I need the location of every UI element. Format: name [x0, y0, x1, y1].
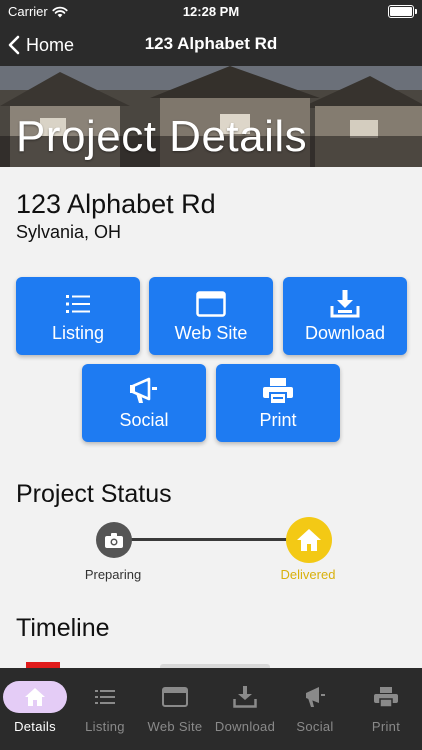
- tab-website-label: Web Site: [147, 719, 203, 734]
- navigation-bar: Home 123 Alphabet Rd: [0, 24, 422, 66]
- status-time: 12:28 PM: [182, 4, 240, 19]
- status-bar: Carrier 12:28 PM: [0, 0, 422, 24]
- printer-icon: [374, 687, 398, 708]
- list-icon: [95, 690, 115, 704]
- hero-banner: Project Details: [0, 66, 422, 167]
- tab-details-indicator: [3, 681, 67, 713]
- project-city: Sylvania, OH: [16, 222, 122, 242]
- battery-icon: [388, 5, 417, 18]
- back-button[interactable]: Home: [8, 24, 74, 66]
- back-label: Home: [26, 34, 75, 55]
- delivered-step-label: Delivered: [280, 567, 336, 582]
- print-button[interactable]: Print: [216, 364, 340, 442]
- status-progress-line: [113, 538, 309, 541]
- printer-icon: [262, 376, 294, 406]
- tab-download[interactable]: Download: [210, 668, 280, 750]
- social-button-label: Social: [119, 409, 169, 430]
- hero-title: Project Details: [16, 112, 308, 161]
- download-tray-icon: [329, 289, 361, 319]
- chevron-left-icon: [8, 35, 20, 55]
- preparing-step-label: Preparing: [84, 567, 142, 582]
- tab-bar: Details Listing Web Site Download Social…: [0, 668, 422, 750]
- list-icon: [62, 289, 94, 319]
- tab-website[interactable]: Web Site: [140, 668, 210, 750]
- browser-window-icon: [162, 687, 188, 707]
- listing-button[interactable]: Listing: [16, 277, 140, 355]
- home-icon: [25, 688, 45, 706]
- tab-details-label: Details: [14, 719, 56, 734]
- tab-details[interactable]: Details: [0, 668, 70, 750]
- tab-print-label: Print: [371, 719, 401, 734]
- print-button-label: Print: [259, 409, 297, 430]
- download-tray-icon: [233, 686, 257, 708]
- tab-print[interactable]: Print: [350, 668, 422, 750]
- listing-button-label: Listing: [51, 322, 105, 343]
- project-status-heading: Project Status: [16, 480, 172, 508]
- browser-window-icon: [195, 289, 227, 319]
- tab-listing-label: Listing: [85, 719, 125, 734]
- download-button-label: Download: [304, 322, 386, 343]
- preparing-step: [96, 522, 132, 558]
- social-button[interactable]: Social: [82, 364, 206, 442]
- project-address: 123 Alphabet Rd: [16, 189, 216, 219]
- home-icon: [297, 529, 321, 551]
- megaphone-icon: [306, 687, 325, 707]
- website-button[interactable]: Web Site: [149, 277, 273, 355]
- timeline-heading: Timeline: [16, 614, 110, 642]
- megaphone-icon: [128, 376, 160, 406]
- main-content: 123 Alphabet Rd Sylvania, OH Listing Web…: [0, 167, 422, 668]
- tab-listing[interactable]: Listing: [70, 668, 140, 750]
- download-button[interactable]: Download: [283, 277, 407, 355]
- tab-download-label: Download: [214, 719, 276, 734]
- camera-icon: [105, 532, 123, 548]
- website-button-label: Web Site: [174, 322, 248, 343]
- tab-social-label: Social: [296, 719, 334, 734]
- tab-social[interactable]: Social: [280, 668, 350, 750]
- delivered-step: [286, 517, 332, 563]
